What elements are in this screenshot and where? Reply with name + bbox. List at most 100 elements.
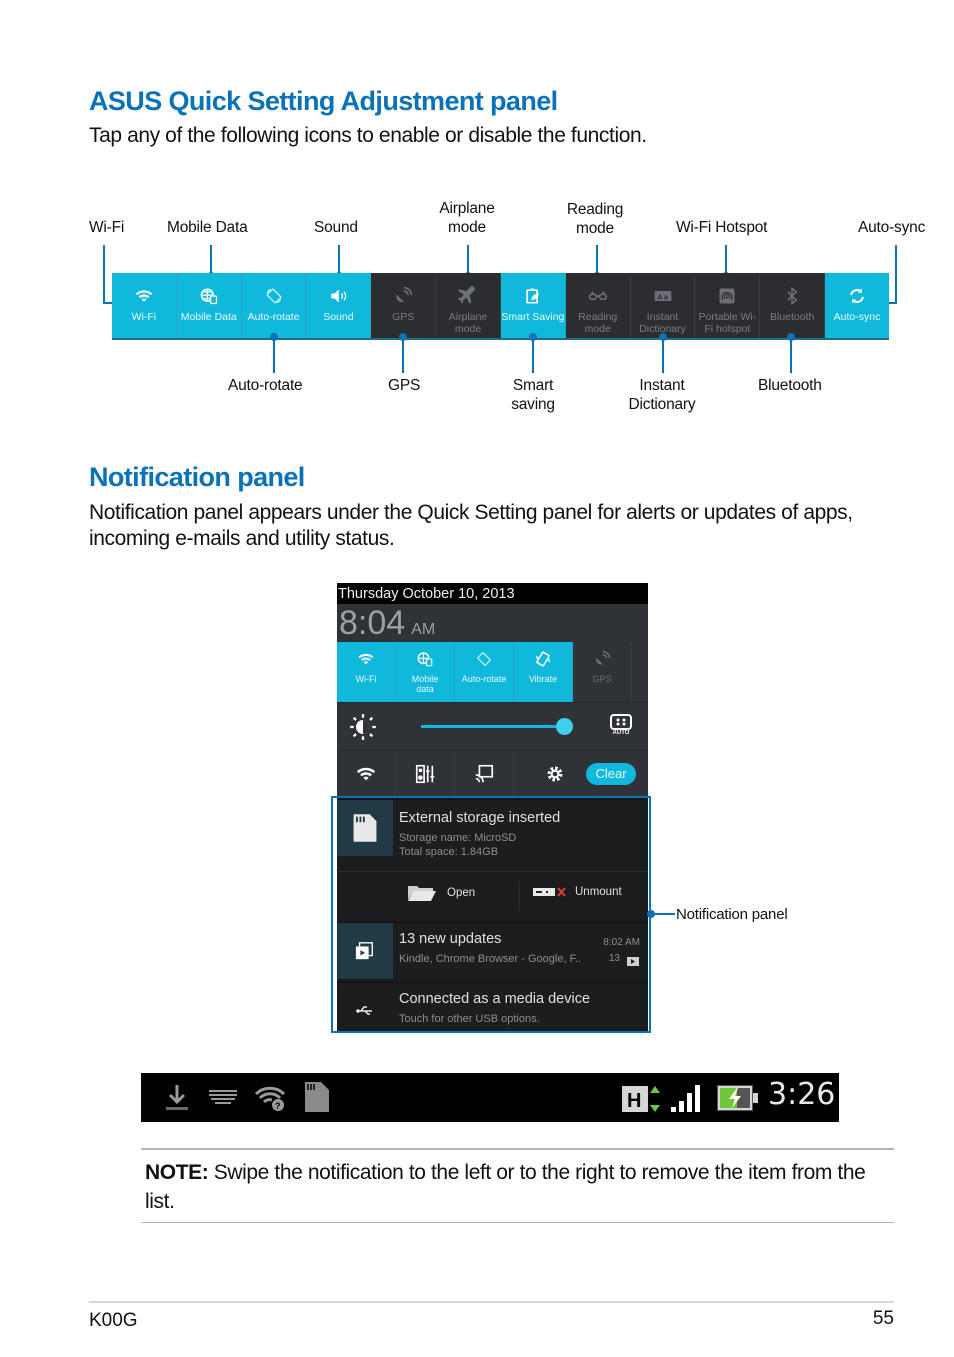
phone-tile-label: Mobile data — [411, 674, 439, 694]
battery-charging-icon — [717, 1085, 759, 1116]
audio-settings-button[interactable] — [396, 751, 455, 796]
qs-tile-label: Airplane mode — [448, 311, 488, 335]
phone-tile-mobile-data[interactable]: Mobile data — [396, 642, 455, 702]
leader-airplane — [467, 245, 469, 275]
note-bottom-rule — [141, 1222, 894, 1223]
qs-tile-label: GPS — [392, 311, 415, 323]
status-bar: ? H 3:26 — [141, 1073, 839, 1122]
leader-gps — [402, 337, 404, 373]
phone-tile-auto-rotate[interactable]: Auto-rotate — [455, 642, 514, 702]
wifi-icon — [134, 285, 154, 307]
page-number: 55 — [872, 1308, 894, 1329]
qs-tile-auto-sync[interactable]: Auto-sync — [825, 273, 889, 338]
rotate-icon — [264, 285, 284, 307]
bluetooth-icon — [782, 285, 802, 307]
note-top-rule — [141, 1148, 894, 1150]
signal-icon — [671, 1083, 705, 1118]
clock: 8:04 AM — [337, 604, 648, 642]
qs-tile-smart-saving[interactable]: Smart Saving — [500, 273, 566, 338]
gps-icon — [393, 285, 413, 307]
callout-smart-saving: Smart saving — [511, 377, 555, 413]
tools-row: Clear — [337, 750, 648, 796]
glasses-icon — [588, 285, 608, 307]
phone-tile-vibrate[interactable]: Vibrate — [514, 642, 573, 702]
quick-settings-bar: Wi-Fi Mobile Data Auto-rotate Sound GPS … — [112, 273, 889, 340]
qs-tile-label: Portable Wi-Fi hotspot — [698, 311, 757, 335]
wifi-settings-icon — [356, 767, 376, 780]
qs-tile-bluetooth[interactable]: Bluetooth — [760, 273, 826, 338]
notification-panel-highlight — [331, 796, 651, 1033]
callout-reading-mode: Reading mode — [566, 201, 624, 237]
gps-icon — [593, 650, 611, 670]
qs-tile-airplane[interactable]: Airplane mode — [436, 273, 501, 338]
rotate-icon — [475, 650, 493, 670]
callout-wifi-hotspot: Wi-Fi Hotspot — [676, 219, 768, 236]
callout-auto-sync: Auto-sync — [858, 219, 926, 236]
svg-text:H: H — [627, 1090, 641, 1112]
leader-auto-rotate — [273, 337, 275, 373]
phone-tile-gps[interactable]: GPS — [573, 642, 632, 702]
qs-tile-label: Reading mode — [578, 311, 618, 335]
leader-reading — [596, 245, 598, 275]
cast-screen-button[interactable] — [455, 751, 514, 796]
callout-notification-panel: Notification panel — [676, 906, 788, 923]
qs-tile-mobile-data[interactable]: Mobile Data — [176, 273, 242, 338]
qs-tile-instant-dictionary[interactable]: Aa Instant Dictionary — [631, 273, 696, 338]
leader-notification-panel — [651, 913, 675, 915]
brightness-icon — [349, 713, 377, 746]
clock-time: 8:04 — [339, 604, 406, 642]
note-label: NOTE: — [145, 1161, 209, 1184]
qs-tile-label: Sound — [323, 311, 354, 323]
qs-tile-reading-mode[interactable]: Reading mode — [566, 273, 631, 338]
airplane-icon — [458, 285, 478, 307]
phone-tile-label: Vibrate — [528, 674, 558, 684]
cast-icon — [475, 764, 494, 782]
phone-tile-wifi[interactable]: Wi-Fi — [337, 642, 396, 702]
leader-wifi — [103, 245, 105, 303]
qs-tile-label: Wi-Fi — [131, 311, 157, 323]
callout-instant-dictionary: Instant Dictionary — [628, 377, 696, 413]
callout-mobile-data: Mobile Data — [167, 219, 248, 236]
gear-icon — [547, 766, 563, 781]
svg-text:?: ? — [275, 1101, 281, 1111]
leader-hotspot — [725, 245, 727, 275]
settings-button[interactable] — [537, 751, 573, 796]
wifi-unknown-icon: ? — [254, 1084, 286, 1117]
section-title-quick-setting: ASUS Quick Setting Adjustment panel — [89, 86, 558, 116]
leader-smart-saving — [532, 337, 534, 373]
wifi-icon — [357, 650, 375, 670]
equalizer-icon — [415, 764, 435, 783]
brightness-slider-thumb[interactable] — [555, 718, 573, 735]
section-description-notification: Notification panel appears under the Qui… — [89, 501, 853, 550]
callout-wifi: Wi-Fi — [89, 219, 125, 236]
leader-auto-sync — [895, 245, 897, 303]
section-title-notification: Notification panel — [89, 462, 305, 492]
phone-tile-label: Wi-Fi — [355, 674, 377, 684]
qs-tile-label: Mobile Data — [180, 311, 237, 323]
callout-auto-rotate: Auto-rotate — [228, 377, 303, 394]
callout-sound: Sound — [314, 219, 358, 236]
leader-mobile-data — [210, 245, 212, 275]
callout-airplane-mode: Airplane mode — [439, 200, 495, 236]
qs-tile-auto-rotate[interactable]: Auto-rotate — [241, 273, 307, 338]
dictionary-icon: Aa — [653, 285, 673, 307]
phone-tile-label: GPS — [592, 674, 612, 684]
wifi-settings-button[interactable] — [337, 751, 396, 796]
speaker-icon — [328, 285, 348, 307]
phone-tile-partial — [632, 642, 648, 702]
globe-icon — [199, 285, 219, 307]
qs-tile-gps[interactable]: GPS — [371, 273, 437, 338]
qs-tile-wifi[interactable]: Wi-Fi — [112, 273, 177, 338]
qs-tile-sound[interactable]: Sound — [306, 273, 372, 338]
keyboard-icon — [209, 1090, 237, 1109]
globe-icon — [416, 650, 434, 670]
download-icon — [166, 1084, 188, 1117]
footer-rule — [89, 1301, 894, 1303]
phone-tile-label: Auto-rotate — [461, 674, 507, 684]
brightness-auto-icon[interactable]: AUTO — [610, 714, 632, 736]
qs-tile-hotspot[interactable]: Portable Wi-Fi hotspot — [695, 273, 761, 338]
sd-card-icon — [305, 1082, 329, 1117]
clear-button[interactable]: Clear — [586, 763, 636, 785]
phone-quick-settings: Wi-Fi Mobile data Auto-rotate Vibrate GP… — [337, 642, 648, 702]
brightness-slider[interactable] — [421, 725, 571, 728]
